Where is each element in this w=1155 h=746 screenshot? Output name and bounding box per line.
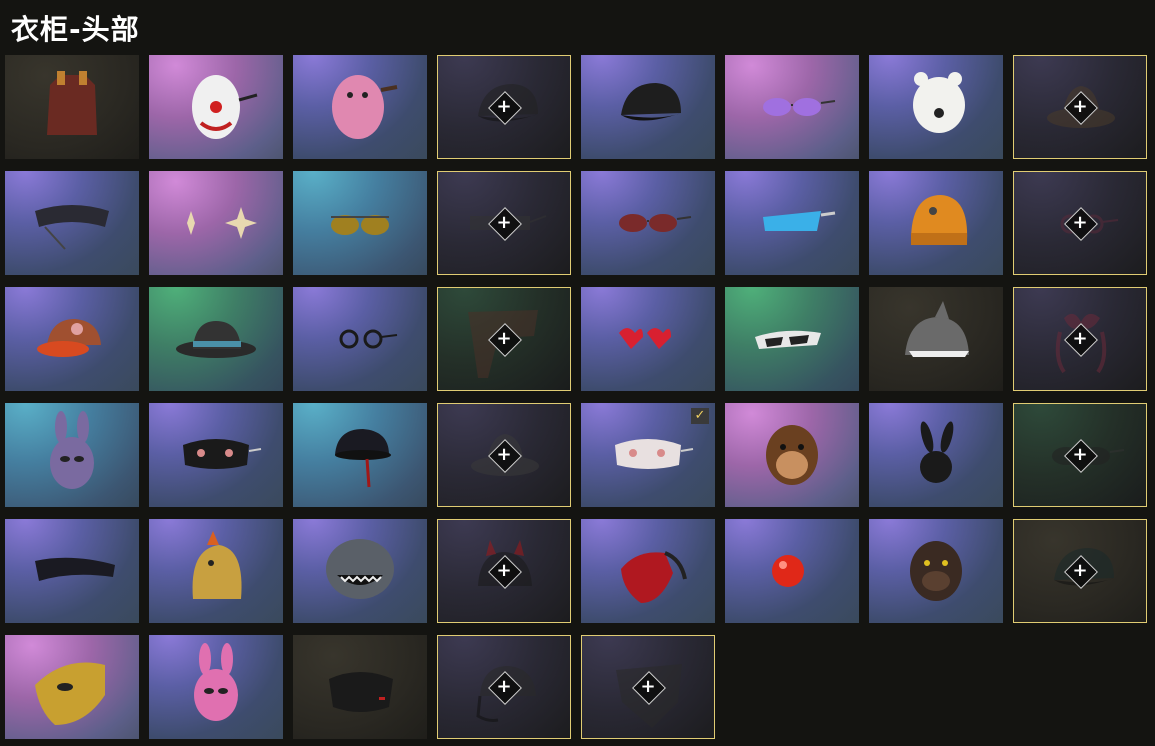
shark-mask-item[interactable] [293,519,427,623]
heart-glasses-item[interactable] [581,287,715,391]
pink-hippo-mask-item[interactable] [293,55,427,159]
red-sunglasses-item[interactable] [581,171,715,275]
half-mask-icon [621,551,687,603]
plus-icon: + [1072,444,1088,465]
red-hood-item[interactable] [5,55,139,159]
sleep-mask-icon [183,439,262,469]
orange-visor-cap-item[interactable] [5,287,139,391]
plus-icon: + [1072,328,1088,349]
shark-mask-icon [326,539,394,599]
aviator-icon [331,215,389,235]
heart-glasses-icon [619,328,671,349]
orange-beanie-item[interactable] [869,171,1003,275]
shield-glasses-icon [763,211,836,231]
sunglasses-icon [619,214,692,232]
red-half-mask-item[interactable] [581,519,715,623]
bunny-hood-icon [50,411,94,489]
nose-icon [772,555,804,587]
bulldog-mask-item[interactable] [869,519,1003,623]
bucket-hat-locked-item[interactable]: + [1013,55,1147,159]
tech-visor-item[interactable] [5,171,139,275]
visor-icon [35,205,109,250]
plus-icon: + [496,444,512,465]
shark-hat-icon [905,301,969,357]
wrap-visor-item[interactable] [5,519,139,623]
bunny-hood-mask-item[interactable] [5,403,139,507]
clown-mask-icon [192,75,258,139]
round-glasses-locked-item[interactable]: + [1013,171,1147,275]
clown-nose-item[interactable] [725,519,859,623]
equipped-check-icon: ✓ [691,408,709,424]
plus-icon: + [640,676,656,697]
plus-icon: + [496,328,512,349]
scarf-locked-item[interactable]: + [437,287,571,391]
tweed-hat-locked-item[interactable]: + [437,403,571,507]
bear-mask-icon [913,72,965,133]
gold-mask-icon [35,662,105,725]
plus-icon: + [1072,212,1088,233]
devil-cap-locked-item[interactable]: + [437,519,571,623]
fedora-item[interactable] [149,287,283,391]
bunny-hood-icon [194,643,238,721]
hippo-mask-icon [332,75,398,139]
page-title: 衣柜-头部 [11,13,140,46]
bandana-locked-item[interactable]: + [581,635,715,739]
cat-sleep-mask-item[interactable] [149,403,283,507]
cap-icon [621,83,681,121]
fedora-icon [176,321,256,358]
plus-icon: + [1072,96,1088,117]
plus-icon: + [496,96,512,117]
aviator-glasses-item[interactable] [293,171,427,275]
wardrobe-grid: + + + + + + + ✓ + + + + + [5,55,1150,745]
blue-shield-glasses-item[interactable] [725,171,859,275]
dog-mask-icon [910,541,962,601]
sunglasses-locked-item[interactable]: + [1013,403,1147,507]
dino-mask-icon [192,531,242,599]
helmet-item[interactable] [293,403,427,507]
purple-sunglasses-item[interactable] [725,55,859,159]
bow-headband-locked-item[interactable]: + [1013,287,1147,391]
black-bunny-mask-item[interactable] [869,403,1003,507]
beanie-icon [911,195,968,245]
plus-icon: + [1072,560,1088,581]
dino-mask-item[interactable] [149,519,283,623]
face-mask-item[interactable] [293,635,427,739]
hood-icon [47,71,97,135]
shutter-shades-locked-item[interactable]: + [437,171,571,275]
chimp-mask-icon [766,425,818,485]
plus-icon: + [496,676,512,697]
helmet-icon [335,429,391,488]
clown-mask-item[interactable] [149,55,283,159]
star-earrings-item[interactable] [149,171,283,275]
bunny-mask-icon [920,421,954,483]
sunglasses-icon [763,98,836,116]
visor-cap-icon [37,319,101,357]
white-sport-glasses-item[interactable] [725,287,859,391]
sport-glasses-icon [755,330,821,349]
pink-bunny-hood-item[interactable] [149,635,283,739]
shark-hat-item[interactable] [869,287,1003,391]
small-round-glasses-item[interactable] [293,287,427,391]
dark-cap-locked-item[interactable]: + [1013,519,1147,623]
kitty-sleep-mask-item[interactable]: ✓ [581,403,715,507]
plus-icon: + [496,560,512,581]
polar-bear-mask-item[interactable] [869,55,1003,159]
chimp-mask-item[interactable] [725,403,859,507]
black-cap-locked-item[interactable]: + [437,55,571,159]
round-glasses-icon [339,329,398,349]
face-mask-icon [329,672,393,712]
wrap-visor-icon [35,557,115,581]
black-cap-item[interactable] [581,55,715,159]
headset-cap-locked-item[interactable]: + [437,635,571,739]
earrings-icon [187,207,257,239]
gold-mask-item[interactable] [5,635,139,739]
plus-icon: + [496,212,512,233]
